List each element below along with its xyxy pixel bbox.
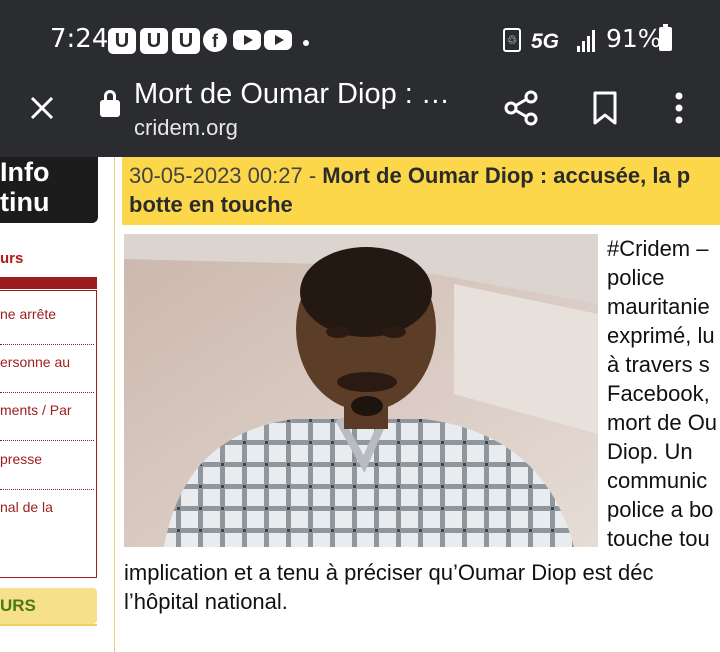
article-text-line: communic: [607, 468, 708, 493]
article-text-line: touche tou: [607, 526, 710, 551]
divider: [0, 489, 94, 490]
date-separator: -: [302, 163, 323, 188]
page-title[interactable]: Mort de Oumar Diop : …: [134, 78, 450, 111]
article-photo: [124, 234, 598, 547]
clock: 7:24: [50, 24, 109, 54]
more-vert-icon: [675, 92, 683, 124]
more-options-button[interactable]: [664, 88, 694, 128]
article-text-line: à travers s: [607, 352, 710, 377]
sidebar-heading: urs: [0, 250, 24, 267]
article-date: 30-05-2023 00:27: [129, 163, 303, 188]
signal-icon: [577, 28, 599, 52]
page-domain[interactable]: cridem.org: [134, 115, 238, 141]
battery-icon: [659, 24, 672, 51]
article-headline: Mort de Oumar Diop : accusée, la p: [322, 163, 691, 188]
article-text-line: police: [607, 265, 665, 290]
more-notifications-icon: [303, 40, 309, 46]
divider: [0, 624, 97, 626]
article-text-line: #Cridem –: [607, 236, 709, 261]
article-text-line: police a bo: [607, 497, 714, 522]
article-text-line: Facebook,: [607, 381, 710, 406]
article-text-line: Diop. Un: [607, 439, 693, 464]
share-button[interactable]: [502, 88, 542, 128]
article-header: 30-05-2023 00:27 - Mort de Oumar Diop : …: [122, 157, 720, 225]
bookmark-button[interactable]: [590, 88, 620, 128]
logo-text-line2: tinu: [0, 187, 50, 217]
sidebar-item[interactable]: ne arrête: [0, 306, 94, 322]
sidebar-item[interactable]: ersonne au: [0, 354, 94, 370]
facebook-icon: f: [203, 28, 227, 52]
divider: [0, 344, 94, 345]
lock-icon[interactable]: [100, 90, 120, 118]
share-icon: [504, 90, 538, 126]
sidebar-section-title: URS: [0, 596, 36, 615]
bookmark-icon: [593, 91, 617, 125]
notification-icon-u: U: [172, 28, 200, 54]
sidebar-section-header: URS: [0, 588, 97, 624]
network-type: 5G: [531, 30, 560, 53]
youtube-icon: [233, 30, 261, 50]
sidebar-item[interactable]: presse: [0, 451, 94, 467]
divider: [0, 392, 94, 393]
close-icon: [30, 96, 54, 120]
close-tab-button[interactable]: [24, 90, 60, 126]
divider: [0, 440, 94, 441]
logo-text-line1: Info: [0, 157, 50, 187]
sidebar-item[interactable]: ments / Par: [0, 402, 94, 418]
article-text-line: l’hôpital national.: [124, 589, 288, 614]
notification-icon-u: U: [140, 28, 168, 54]
battery-percent: 91%: [606, 24, 662, 53]
battery-saver-icon: ♲: [503, 28, 521, 52]
article-header-line1: 30-05-2023 00:27 - Mort de Oumar Diop : …: [129, 163, 690, 189]
article-text-line: mauritanie: [607, 294, 710, 319]
site-logo[interactable]: Info tinu: [0, 157, 98, 223]
article-text-line: mort de Ou: [607, 410, 718, 435]
browser-top-bar: 7:24 U U U f ♲ 5G 91% Mort de Oumar Diop…: [0, 0, 720, 157]
article-headline-continued: botte en touche: [129, 192, 293, 217]
column-divider: [114, 157, 115, 652]
article-text-line: implication et a tenu à préciser qu’Ouma…: [124, 560, 654, 585]
status-bar: 7:24 U U U f ♲ 5G 91%: [0, 22, 720, 62]
notification-icon-u: U: [108, 28, 136, 54]
sidebar-heading-bar: [0, 277, 97, 289]
sidebar-news-list: [0, 290, 97, 578]
sidebar-item[interactable]: nal de la: [0, 499, 94, 515]
youtube-icon: [264, 30, 292, 50]
article-text-line: exprimé, lu: [607, 323, 715, 348]
